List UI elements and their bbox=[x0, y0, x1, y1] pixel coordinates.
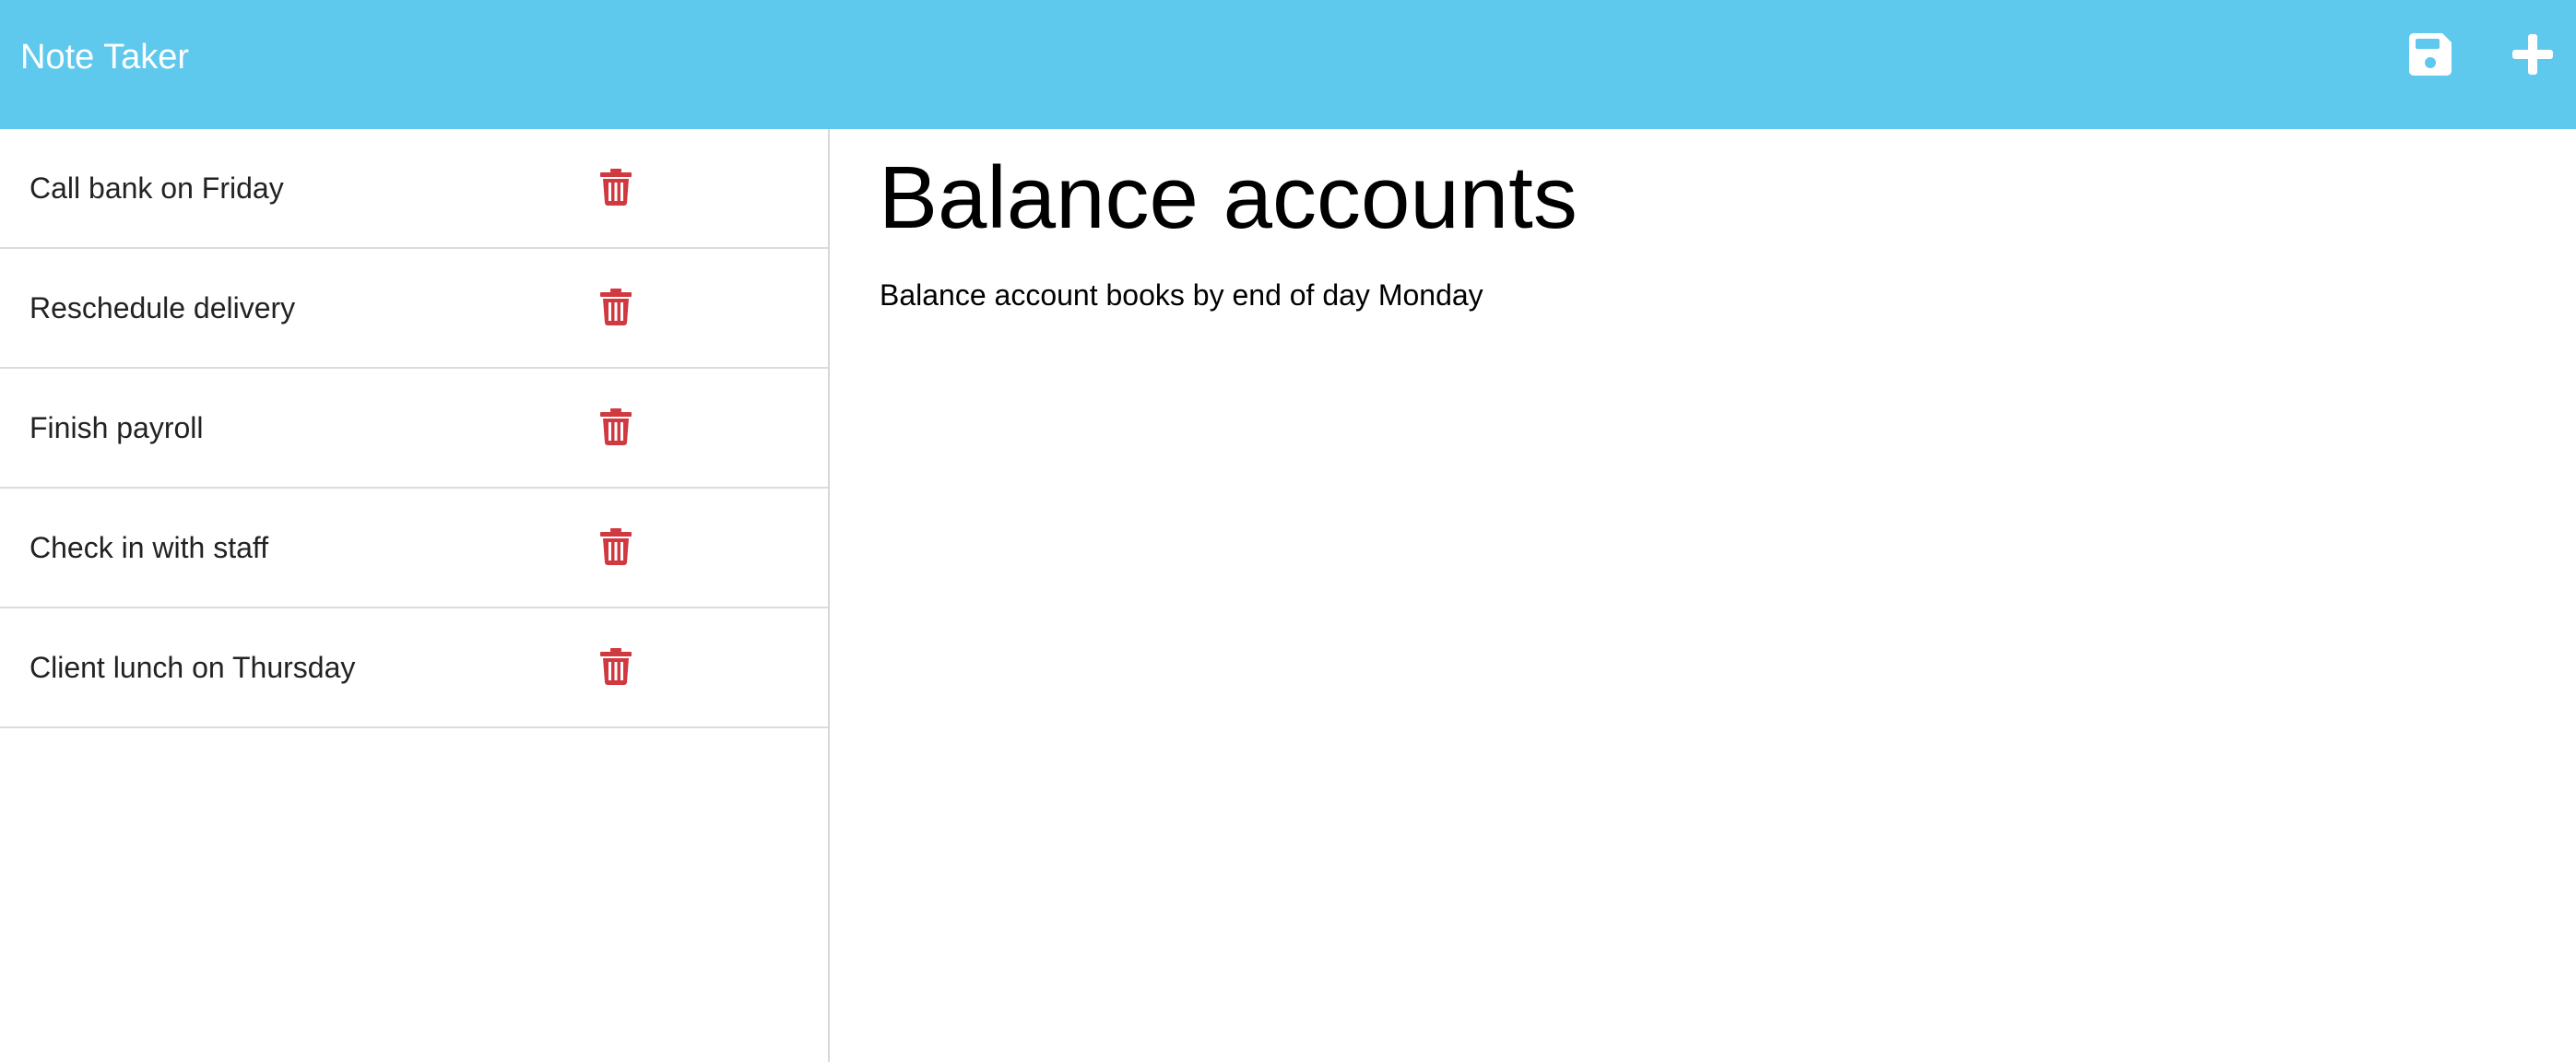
save-note-button[interactable] bbox=[2408, 31, 2454, 77]
plus-icon bbox=[2512, 34, 2553, 75]
note-list-item[interactable]: Finish payroll bbox=[0, 369, 828, 489]
note-list-item[interactable]: Call bank on Friday bbox=[0, 129, 828, 249]
note-editor: Balance accounts Balance account books b… bbox=[830, 129, 2576, 1062]
note-list-item[interactable]: Reschedule delivery bbox=[0, 249, 828, 369]
trash-icon bbox=[600, 528, 632, 565]
note-list-item[interactable]: Check in with staff bbox=[0, 489, 828, 608]
delete-note-button[interactable] bbox=[599, 289, 632, 325]
note-title-field[interactable]: Balance accounts bbox=[879, 148, 1578, 249]
notes-sidebar: Call bank on Friday Reschedule delivery bbox=[0, 129, 830, 1062]
note-item-title[interactable]: Check in with staff bbox=[30, 489, 268, 607]
note-item-title[interactable]: Client lunch on Thursday bbox=[30, 608, 355, 726]
note-item-title[interactable]: Reschedule delivery bbox=[30, 249, 295, 367]
trash-icon bbox=[600, 169, 632, 206]
delete-note-button[interactable] bbox=[599, 528, 632, 565]
trash-icon bbox=[600, 648, 632, 685]
delete-note-button[interactable] bbox=[599, 648, 632, 685]
note-item-title[interactable]: Call bank on Friday bbox=[30, 129, 284, 247]
new-note-button[interactable] bbox=[2510, 31, 2556, 77]
app-title[interactable]: Note Taker bbox=[20, 0, 189, 115]
note-list: Call bank on Friday Reschedule delivery bbox=[0, 129, 828, 728]
note-item-title[interactable]: Finish payroll bbox=[30, 369, 204, 487]
note-text-field[interactable]: Balance account books by end of day Mond… bbox=[880, 278, 1483, 313]
delete-note-button[interactable] bbox=[599, 169, 632, 206]
delete-note-button[interactable] bbox=[599, 408, 632, 445]
trash-icon bbox=[600, 289, 632, 325]
trash-icon bbox=[600, 408, 632, 445]
note-list-item[interactable]: Client lunch on Thursday bbox=[0, 608, 828, 728]
floppy-disk-icon bbox=[2409, 33, 2452, 76]
navbar: Note Taker bbox=[0, 0, 2576, 129]
